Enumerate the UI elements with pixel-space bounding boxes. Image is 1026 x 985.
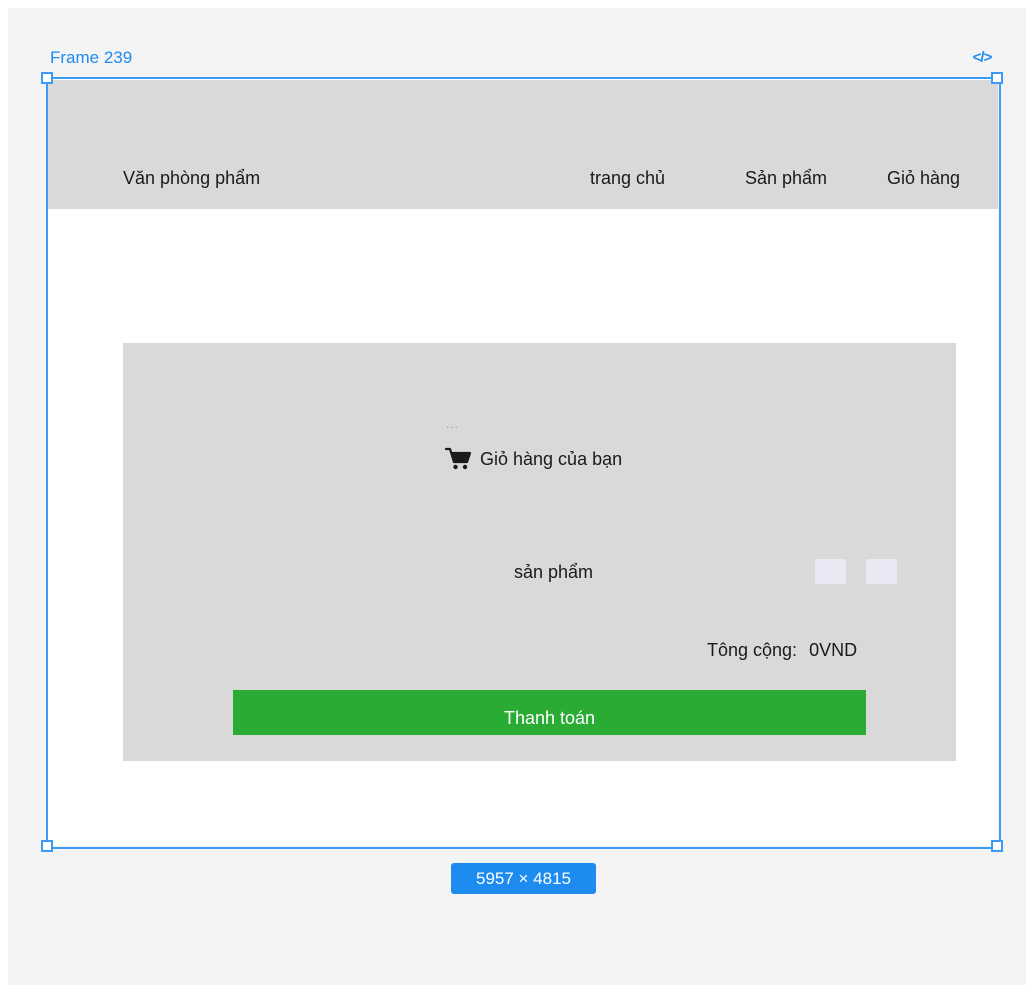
brand-title: Văn phòng phẩm <box>123 168 261 188</box>
total-value: 0VND <box>809 640 858 660</box>
frame-size-badge: 5957 × 4815 <box>451 863 596 894</box>
total-row: Tông cộng: 0VND <box>707 640 857 661</box>
resize-handle-top-left[interactable] <box>41 72 53 84</box>
quantity-button-2[interactable] <box>866 559 897 584</box>
resize-handle-top-right[interactable] <box>991 72 1003 84</box>
product-label: sản phẩm <box>514 562 594 582</box>
checkout-button[interactable]: Thanh toán <box>233 690 866 735</box>
cart-title: Giỏ hàng của bạn <box>480 448 623 469</box>
nav-link-cart[interactable]: Giỏ hàng <box>887 168 960 189</box>
code-icon[interactable]: </> <box>966 48 998 68</box>
resize-handle-bottom-left[interactable] <box>41 840 53 852</box>
cart-heading: Giỏ hàng của bạn <box>444 446 622 472</box>
navbar: Văn phòng phẩm trang chủ Sản phẩm Giỏ hà… <box>48 80 998 209</box>
nav-link-products[interactable]: Sản phẩm <box>745 168 827 189</box>
total-label: Tông cộng: <box>707 640 798 660</box>
nav-link-home[interactable]: trang chủ <box>590 168 665 189</box>
ellipsis-text: ... <box>446 417 460 431</box>
shopping-cart-icon <box>444 447 472 470</box>
cart-panel: ... Giỏ hàng của bạn sản phẩm Tông cộng:… <box>123 343 956 761</box>
quantity-button-1[interactable] <box>815 559 846 584</box>
frame-name-label[interactable]: Frame 239 <box>50 47 132 69</box>
resize-handle-bottom-right[interactable] <box>991 840 1003 852</box>
